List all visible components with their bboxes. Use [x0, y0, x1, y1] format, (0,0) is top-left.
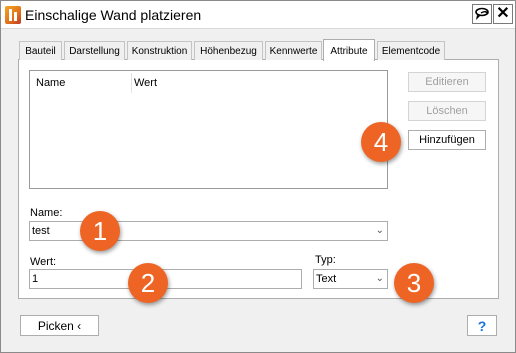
pin-icon: [475, 7, 489, 20]
window-title: Einschalige Wand platzieren: [25, 7, 202, 23]
tab-elementcode[interactable]: Elementcode: [377, 41, 445, 60]
tab-bauteil[interactable]: Bauteil: [19, 41, 62, 60]
type-label: Typ:: [315, 254, 336, 266]
close-button[interactable]: ✕: [493, 4, 513, 24]
tab-hoehenbezug[interactable]: Höhenbezug: [194, 41, 263, 60]
pick-button[interactable]: Picken ‹: [20, 315, 99, 336]
value-text: 1: [32, 273, 39, 285]
dialog-window: Einschalige Wand platzieren ✕ Bauteil Da…: [0, 0, 516, 353]
delete-button[interactable]: Löschen: [408, 101, 486, 121]
help-button[interactable]: ?: [467, 315, 497, 336]
close-icon: ✕: [496, 5, 510, 22]
callout-badge-3: 3: [394, 263, 434, 303]
name-label: Name:: [30, 207, 63, 219]
tab-attribute[interactable]: Attribute: [323, 39, 375, 61]
help-icon: ?: [477, 317, 487, 334]
value-label: Wert:: [30, 256, 57, 268]
column-header-value[interactable]: Wert: [134, 77, 157, 89]
app-icon: [5, 6, 21, 24]
chevron-down-icon[interactable]: ⌄: [376, 270, 384, 288]
edit-button[interactable]: Editieren: [408, 72, 486, 92]
chevron-down-icon[interactable]: ⌄: [376, 222, 384, 240]
column-header-name[interactable]: Name: [36, 77, 65, 89]
callout-badge-4: 4: [361, 122, 401, 162]
name-value: test: [32, 225, 50, 237]
pin-button[interactable]: [472, 4, 492, 24]
callout-badge-2: 2: [128, 263, 168, 303]
tab-kennwerte[interactable]: Kennwerte: [265, 41, 322, 60]
type-value: Text: [316, 273, 337, 285]
column-divider[interactable]: [131, 73, 132, 93]
callout-badge-1: 1: [80, 211, 120, 251]
add-button[interactable]: Hinzufügen: [408, 130, 486, 150]
title-bar: Einschalige Wand platzieren ✕: [1, 1, 515, 29]
type-combobox[interactable]: Text ⌄: [313, 269, 388, 289]
attributes-list[interactable]: Name Wert: [29, 70, 388, 189]
tab-konstruktion[interactable]: Konstruktion: [127, 41, 192, 60]
tab-darstellung[interactable]: Darstellung: [64, 41, 125, 60]
